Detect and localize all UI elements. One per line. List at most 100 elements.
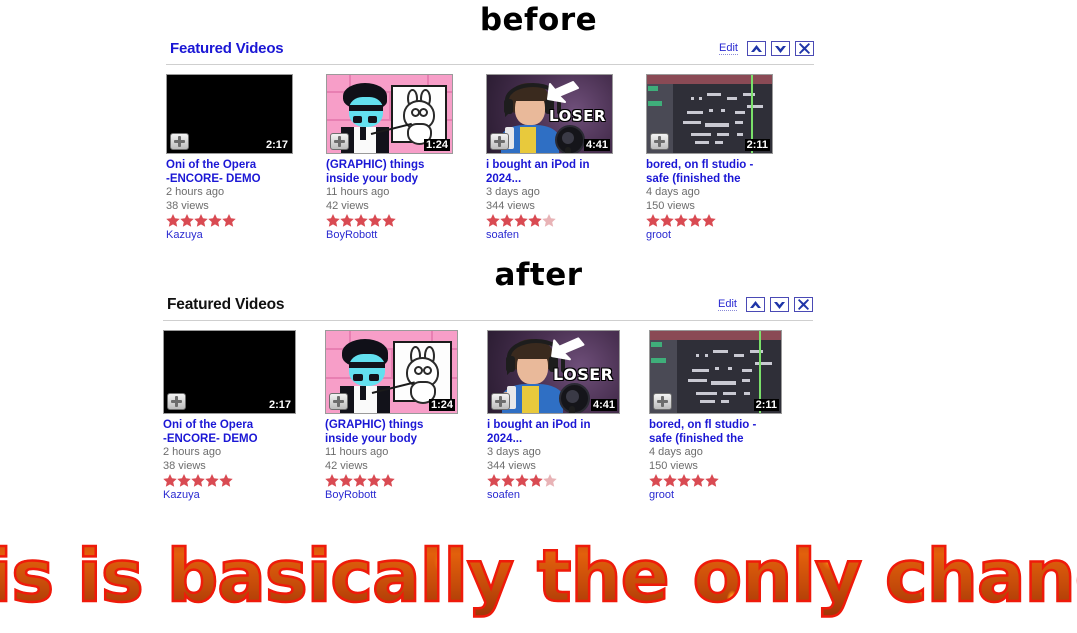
video-uploader[interactable]: soafen (487, 489, 649, 502)
video-thumbnail[interactable]: LOSER 4:41 (486, 74, 613, 154)
video-thumbnail[interactable]: LOSER 4:41 (487, 330, 620, 414)
video-rating (326, 214, 486, 227)
video-thumbnail[interactable]: 1:24 (325, 330, 458, 414)
add-to-queue-icon[interactable] (491, 393, 510, 410)
video-duration: 4:41 (583, 139, 610, 151)
star-icon (705, 474, 719, 493)
video-title-line1: (GRAPHIC) things (325, 419, 424, 431)
video-duration: 2:11 (744, 139, 770, 151)
video-title-line1: Oni of the Opera (166, 159, 257, 171)
star-icon (691, 474, 705, 493)
flame-caption-outline: this is basically the only change (0, 533, 1077, 620)
video-age: 2 hours ago (166, 186, 225, 198)
video-title-line1: bored, on fl studio - (646, 159, 754, 171)
video-card[interactable]: 2:11 bored, on fl studio - safe (finishe… (646, 74, 806, 242)
video-views: 150 views (646, 199, 695, 212)
star-icon (529, 474, 543, 493)
chevron-up-icon (751, 44, 762, 52)
add-to-queue-icon[interactable] (329, 393, 348, 410)
edit-link[interactable]: Edit (719, 42, 738, 55)
video-card[interactable]: LOSER 4:41 i bought an iPod in 2024... 3… (487, 330, 649, 502)
video-uploader[interactable]: Kazuya (163, 489, 325, 502)
move-down-button[interactable] (771, 41, 790, 56)
video-views: 344 views (487, 459, 536, 472)
close-button[interactable] (794, 297, 813, 312)
video-card[interactable]: 2:17 Oni of the Opera -ENCORE- DEMO 2 ho… (166, 74, 326, 242)
video-uploader[interactable]: groot (649, 489, 811, 502)
video-card[interactable]: 2:11 bored, on fl studio - safe (finishe… (649, 330, 811, 502)
add-to-queue-icon[interactable] (167, 393, 186, 410)
video-title-line1: i bought an iPod in (486, 159, 590, 171)
video-title-line1: i bought an iPod in (487, 419, 591, 431)
video-grid-after: 2:17 Oni of the Opera -ENCORE- DEMO 2 ho… (163, 330, 813, 502)
featured-videos-module-after: Featured Videos Edit 2:17 Oni of the Ope… (163, 296, 813, 502)
video-duration: 2:17 (268, 399, 291, 411)
star-icon (381, 474, 395, 493)
video-age: 3 days ago (487, 446, 541, 458)
star-icon (528, 214, 542, 233)
video-thumbnail[interactable]: 2:17 (163, 330, 296, 414)
video-title[interactable]: Oni of the Opera -ENCORE- DEMO (163, 419, 275, 446)
video-rating (486, 214, 646, 227)
add-to-queue-icon[interactable] (653, 393, 672, 410)
video-title[interactable]: bored, on fl studio - safe (finished the (646, 159, 758, 186)
star-icon (219, 474, 233, 493)
video-title-line2: 2024... (486, 172, 522, 185)
video-thumbnail[interactable]: 2:17 (166, 74, 293, 154)
star-icon (674, 214, 688, 233)
video-duration: 2:17 (265, 139, 288, 151)
add-to-queue-icon[interactable] (170, 133, 189, 150)
loser-overlay-text: LOSER (553, 365, 614, 384)
video-rating (163, 474, 325, 487)
video-uploader[interactable]: Kazuya (166, 229, 326, 242)
module-controls-after: Edit (718, 297, 813, 312)
video-uploader[interactable]: soafen (486, 229, 646, 242)
star-icon (382, 214, 396, 233)
video-thumbnail[interactable]: 2:11 (649, 330, 782, 414)
video-rating (646, 214, 806, 227)
video-views: 150 views (649, 459, 698, 472)
video-age: 4 days ago (646, 186, 700, 198)
edit-link[interactable]: Edit (718, 298, 737, 311)
video-rating (487, 474, 649, 487)
video-thumbnail[interactable]: 1:24 (326, 74, 453, 154)
add-to-queue-icon[interactable] (330, 133, 349, 150)
add-to-queue-icon[interactable] (650, 133, 669, 150)
close-button[interactable] (795, 41, 814, 56)
video-card[interactable]: 1:24 (GRAPHIC) things inside your body 1… (325, 330, 487, 502)
video-title[interactable]: Oni of the Opera -ENCORE- DEMO (166, 159, 278, 186)
featured-videos-module-before: Featured Videos Edit 2:17 Oni of the Ope… (166, 40, 814, 242)
video-title-line1: bored, on fl studio - (649, 419, 757, 431)
video-title[interactable]: i bought an iPod in 2024... (487, 419, 599, 446)
module-controls-before: Edit (719, 41, 814, 56)
move-up-button[interactable] (746, 297, 765, 312)
video-card[interactable]: 1:24 (GRAPHIC) things inside your body 1… (326, 74, 486, 242)
star-icon (205, 474, 219, 493)
star-icon (543, 474, 557, 493)
video-age: 2 hours ago (163, 446, 222, 458)
video-title[interactable]: bored, on fl studio - safe (finished the (649, 419, 761, 446)
video-thumbnail[interactable]: 2:11 (646, 74, 773, 154)
move-down-button[interactable] (770, 297, 789, 312)
module-title-after: Featured Videos (167, 296, 285, 313)
close-icon (798, 299, 809, 310)
video-rating (649, 474, 811, 487)
video-duration: 4:41 (590, 399, 617, 411)
video-uploader[interactable]: groot (646, 229, 806, 242)
video-title[interactable]: (GRAPHIC) things inside your body (326, 159, 438, 186)
video-title[interactable]: i bought an iPod in 2024... (486, 159, 598, 186)
module-divider (163, 320, 813, 321)
before-label: before (479, 2, 598, 38)
video-uploader[interactable]: BoyRobott (326, 229, 486, 242)
star-icon (542, 214, 556, 233)
video-card[interactable]: LOSER 4:41 i bought an iPod in 2024... 3… (486, 74, 646, 242)
add-to-queue-icon[interactable] (490, 133, 509, 150)
chevron-down-icon (775, 45, 786, 53)
module-header-before: Featured Videos Edit (166, 40, 814, 62)
star-icon (677, 474, 691, 493)
video-title[interactable]: (GRAPHIC) things inside your body (325, 419, 437, 446)
move-up-button[interactable] (747, 41, 766, 56)
video-card[interactable]: 2:17 Oni of the Opera -ENCORE- DEMO 2 ho… (163, 330, 325, 502)
video-uploader[interactable]: BoyRobott (325, 489, 487, 502)
chevron-down-icon (774, 301, 785, 309)
